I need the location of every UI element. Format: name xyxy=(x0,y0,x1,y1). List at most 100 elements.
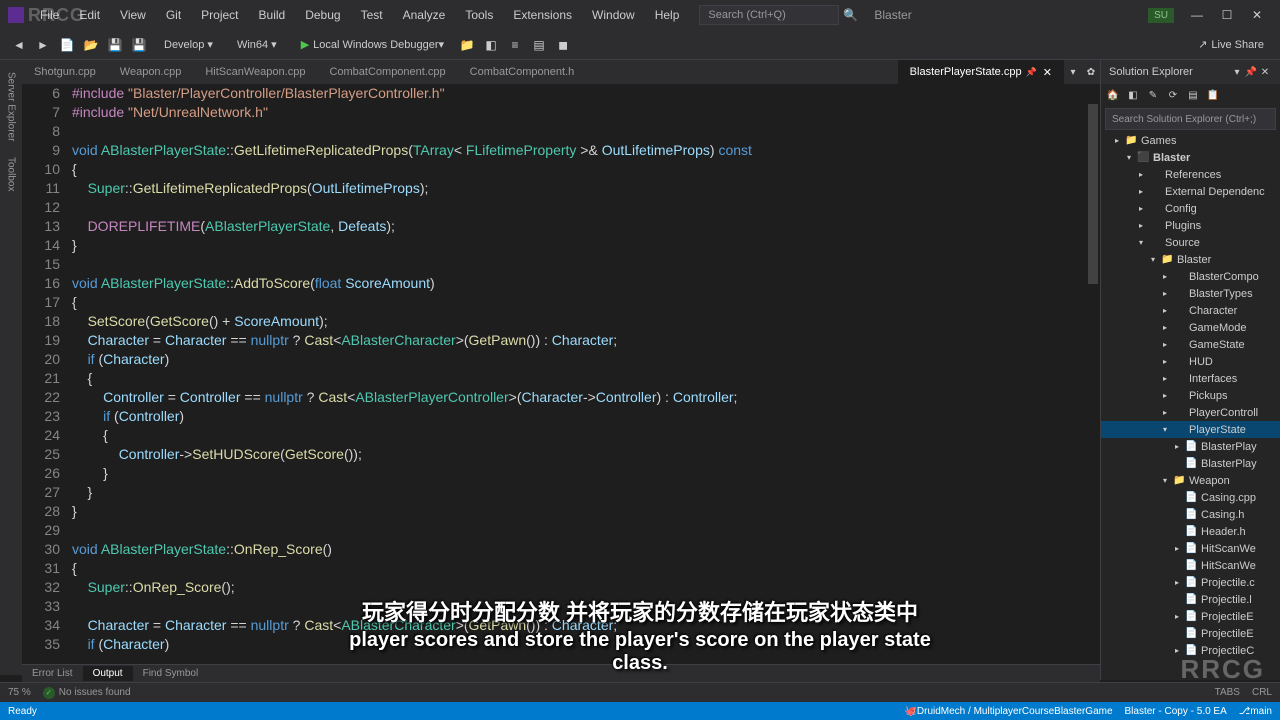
tree-item[interactable]: ▸HUD xyxy=(1101,353,1280,370)
tab-weapon[interactable]: Weapon.cpp xyxy=(108,60,194,84)
tree-item[interactable]: 📄Projectile.l xyxy=(1101,591,1280,608)
tree-item[interactable]: ▸📁Games xyxy=(1101,132,1280,149)
lineending-indicator[interactable]: CRL xyxy=(1252,687,1272,698)
save-all-button[interactable]: 💾 xyxy=(128,34,150,56)
tree-item[interactable]: ▾📁Blaster xyxy=(1101,251,1280,268)
toolbar-btn-3[interactable]: ≡ xyxy=(504,34,526,56)
side-tab-toolbox[interactable]: Toolbox xyxy=(4,149,19,199)
tab-settings[interactable]: ✿ xyxy=(1082,60,1100,84)
tab-dropdown[interactable]: ▾ xyxy=(1064,60,1082,84)
se-sync-icon[interactable]: ⟳ xyxy=(1165,87,1181,103)
search-icon[interactable]: 🔍 xyxy=(843,8,858,22)
se-filter-icon[interactable]: ▤ xyxy=(1185,87,1201,103)
menu-build[interactable]: Build xyxy=(251,4,294,26)
code-editor[interactable]: 6789101112131415161718192021222324252627… xyxy=(22,84,1100,680)
tab-combatcomponent-h[interactable]: CombatComponent.h xyxy=(458,60,587,84)
tree-item[interactable]: ▸Config xyxy=(1101,200,1280,217)
se-search-input[interactable]: Search Solution Explorer (Ctrl+;) xyxy=(1105,108,1276,130)
tree-item[interactable]: 📄Casing.h xyxy=(1101,506,1280,523)
new-file-button[interactable]: 📄 xyxy=(56,34,78,56)
tree-item[interactable]: ▾PlayerState xyxy=(1101,421,1280,438)
live-share-button[interactable]: Live Share xyxy=(1190,36,1272,53)
se-show-all-icon[interactable]: 📋 xyxy=(1205,87,1221,103)
tree-item[interactable]: ▸Interfaces xyxy=(1101,370,1280,387)
toolbar-btn-4[interactable]: ▤ xyxy=(528,34,550,56)
menu-git[interactable]: Git xyxy=(158,4,189,26)
tab-hitscanweapon[interactable]: HitScanWeapon.cpp xyxy=(193,60,317,84)
menu-debug[interactable]: Debug xyxy=(297,4,348,26)
project-indicator[interactable]: Blaster - Copy - 5.0 EA xyxy=(1125,706,1227,717)
tree-item[interactable]: ▸External Dependenc xyxy=(1101,183,1280,200)
menu-window[interactable]: Window xyxy=(584,4,643,26)
tab-combatcomponent-cpp[interactable]: CombatComponent.cpp xyxy=(317,60,457,84)
config-dropdown[interactable]: Develop ▾ xyxy=(156,36,221,53)
menu-edit[interactable]: Edit xyxy=(71,4,108,26)
tree-item[interactable]: ▾Source xyxy=(1101,234,1280,251)
global-search-input[interactable]: Search (Ctrl+Q) xyxy=(699,5,839,25)
se-switch-view-icon[interactable]: ◧ xyxy=(1125,87,1141,103)
se-autohide[interactable]: 📌 xyxy=(1244,67,1258,78)
tree-item[interactable]: 📄BlasterPlay xyxy=(1101,455,1280,472)
tree-item[interactable]: ▸📄HitScanWe xyxy=(1101,540,1280,557)
start-debugging-button[interactable]: ▶Local Windows Debugger ▾ xyxy=(293,36,452,53)
tree-item[interactable]: ▸Character xyxy=(1101,302,1280,319)
pin-icon[interactable]: 📌 xyxy=(1026,67,1037,78)
zoom-level[interactable]: 75 % xyxy=(8,687,31,698)
toolbar-btn-1[interactable]: 📁 xyxy=(456,34,478,56)
btab-output[interactable]: Output xyxy=(83,666,133,681)
tree-item[interactable]: ▸BlasterCompo xyxy=(1101,268,1280,285)
tree-item[interactable]: ▸Pickups xyxy=(1101,387,1280,404)
tree-item[interactable]: ▸PlayerControll xyxy=(1101,404,1280,421)
menu-test[interactable]: Test xyxy=(353,4,391,26)
tree-item[interactable]: ▸References xyxy=(1101,166,1280,183)
toolbar-btn-2[interactable]: ◧ xyxy=(480,34,502,56)
maximize-button[interactable]: ☐ xyxy=(1212,3,1242,27)
side-tab-server-explorer[interactable]: Server Explorer xyxy=(4,64,19,149)
tree-item[interactable]: ▸📄ProjectileE xyxy=(1101,608,1280,625)
code-content[interactable]: #include "Blaster/PlayerController/Blast… xyxy=(72,84,1100,680)
tab-blasterplayerstate[interactable]: BlasterPlayerState.cpp📌✕ xyxy=(898,60,1064,84)
tabs-indicator[interactable]: TABS xyxy=(1215,687,1240,698)
btab-error-list[interactable]: Error List xyxy=(22,666,83,681)
scrollbar-thumb[interactable] xyxy=(1088,104,1098,284)
minimize-button[interactable]: — xyxy=(1182,3,1212,27)
tree-item[interactable]: ▸📄Projectile.c xyxy=(1101,574,1280,591)
close-button[interactable]: ✕ xyxy=(1242,3,1272,27)
save-button[interactable]: 💾 xyxy=(104,34,126,56)
tree-item[interactable]: ▸Plugins xyxy=(1101,217,1280,234)
close-tab-icon[interactable]: ✕ xyxy=(1043,66,1052,79)
tree-item[interactable]: ▸📄ProjectileC xyxy=(1101,642,1280,659)
toolbar-btn-5[interactable]: ◼ xyxy=(552,34,574,56)
tree-item[interactable]: 📄Header.h xyxy=(1101,523,1280,540)
platform-dropdown[interactable]: Win64 ▾ xyxy=(229,36,285,53)
menu-extensions[interactable]: Extensions xyxy=(505,4,580,26)
se-home-icon[interactable]: 🏠 xyxy=(1105,87,1121,103)
open-button[interactable]: 📂 xyxy=(80,34,102,56)
se-dropdown[interactable]: ▾ xyxy=(1230,67,1244,78)
menu-project[interactable]: Project xyxy=(193,4,246,26)
tab-shotgun[interactable]: Shotgun.cpp xyxy=(22,60,108,84)
tree-item[interactable]: ▸BlasterTypes xyxy=(1101,285,1280,302)
se-close[interactable]: ✕ xyxy=(1258,67,1272,78)
solution-name: Blaster xyxy=(874,8,911,22)
menu-tools[interactable]: Tools xyxy=(457,4,501,26)
tree-item[interactable]: ▸📄BlasterPlay xyxy=(1101,438,1280,455)
tree-item[interactable]: 📄ProjectileE xyxy=(1101,625,1280,642)
tree-item[interactable]: ▾⬛Blaster xyxy=(1101,149,1280,166)
btab-find-symbol[interactable]: Find Symbol xyxy=(133,666,209,681)
tree-item[interactable]: ▾📁Weapon xyxy=(1101,472,1280,489)
tree-item[interactable]: 📄Casing.cpp xyxy=(1101,489,1280,506)
menu-help[interactable]: Help xyxy=(647,4,688,26)
user-badge[interactable]: SU xyxy=(1148,8,1174,23)
menu-file[interactable]: File xyxy=(32,4,67,26)
nav-back-button[interactable]: ◄ xyxy=(8,34,30,56)
vertical-scrollbar[interactable] xyxy=(1086,84,1100,680)
menu-analyze[interactable]: Analyze xyxy=(395,4,454,26)
se-pending-changes-icon[interactable]: ✎ xyxy=(1145,87,1161,103)
tree-item[interactable]: 📄HitScanWe xyxy=(1101,557,1280,574)
tree-item[interactable]: ▸GameState xyxy=(1101,336,1280,353)
nav-forward-button[interactable]: ► xyxy=(32,34,54,56)
menu-view[interactable]: View xyxy=(112,4,154,26)
issues-status[interactable]: No issues found xyxy=(43,687,131,699)
tree-item[interactable]: ▸GameMode xyxy=(1101,319,1280,336)
